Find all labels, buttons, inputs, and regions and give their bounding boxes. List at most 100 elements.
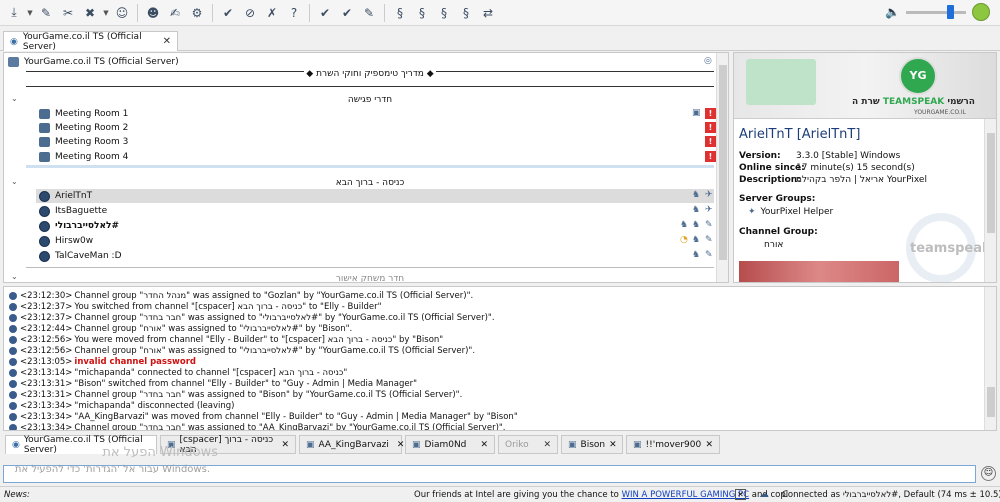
banner-site: YOURGAME.CO.IL — [914, 109, 966, 116]
ban-icon[interactable]: ⊘ — [240, 3, 260, 23]
log-time: <23:12:37> — [20, 301, 73, 312]
close-icon[interactable]: ✕ — [480, 440, 488, 450]
chevron-down-icon[interactable]: ⌄ — [11, 272, 18, 281]
mute-speaker-icon[interactable]: ✖ — [80, 3, 100, 23]
connect-icon[interactable]: ⤓ — [4, 3, 24, 23]
server-tab[interactable]: ◉ YourGame.co.il TS (Official Server) ✕ — [3, 31, 178, 52]
scrollbar-thumb[interactable] — [719, 65, 727, 260]
cloud-icon: ☁ — [759, 489, 769, 500]
channel-meeting-room-4[interactable]: Meeting Room 4 — [39, 150, 128, 164]
stamp-icon[interactable]: ✎ — [359, 3, 379, 23]
chat-tab-oriko[interactable]: Oriko ✕ — [498, 435, 558, 454]
chevron-down-icon[interactable]: ▼ — [26, 3, 34, 23]
close-icon[interactable]: ✕ — [705, 440, 713, 450]
user-row-self[interactable]: לאלסייברבולי# — [39, 219, 119, 233]
user-row-talcaveman[interactable]: TalCaveMan :D — [39, 249, 122, 263]
server-groups-label: Server Groups: — [739, 194, 816, 204]
user-name: ItsBaguette — [55, 206, 108, 216]
close-icon[interactable]: ✕ — [163, 36, 171, 47]
meeting-rooms-spacer[interactable]: חדרי פגישה — [26, 95, 714, 105]
log-text: Channel group "מנהל החדר" was assigned t… — [74, 290, 474, 301]
disconnect-icon[interactable]: ✎ — [36, 3, 56, 23]
log-text: invalid channel password — [74, 356, 197, 367]
permission-overview-icon[interactable]: § — [456, 3, 476, 23]
lobby-spacer[interactable]: כניסה - ברוך הבא — [26, 178, 714, 188]
log-text: "michapanda" disconnected (leaving) — [74, 400, 235, 411]
version-label: Version: — [739, 151, 781, 161]
chevron-down-icon[interactable]: ▼ — [102, 3, 110, 23]
close-icon[interactable]: ✕ — [735, 489, 746, 500]
chevron-down-icon[interactable]: ⌄ — [11, 94, 18, 103]
speaker-icon[interactable]: 🔈 — [885, 5, 900, 19]
server-row[interactable]: YourGame.co.il TS (Official Server) — [8, 55, 179, 69]
close-icon[interactable]: ✕ — [543, 440, 551, 450]
channel-meeting-room-1[interactable]: Meeting Room 1 — [39, 107, 128, 121]
channel-meeting-room-3[interactable]: Meeting Room 3 — [39, 135, 128, 149]
activation-watermark-title: הפעל את Windows — [102, 445, 218, 460]
group-icon: ♞ — [692, 235, 701, 245]
channel-tree-scrollbar[interactable] — [716, 53, 728, 282]
chat-log-scrollbar[interactable] — [984, 287, 996, 430]
switch-icon[interactable]: § — [412, 3, 432, 23]
permission-list-icon[interactable]: § — [434, 3, 454, 23]
lobby-spacer-label: כניסה - ברוך הבא — [335, 178, 405, 188]
chat-tab-aa-kingbarvazi[interactable]: ▣ AA_KingBarvazi ✕ — [299, 435, 405, 454]
log-line: <23:12:37> Channel group "חבר בחדר" was a… — [9, 312, 495, 323]
contacts-icon[interactable]: ☻ — [143, 3, 163, 23]
volume-control: 🔈 — [885, 3, 990, 21]
emoji-icon[interactable]: ☺ — [981, 466, 996, 481]
privilege-key-icon[interactable]: ? — [284, 3, 304, 23]
volume-slider-knob[interactable] — [947, 4, 955, 19]
server-icon[interactable]: ✔ — [315, 3, 335, 23]
password-icon: ! — [705, 136, 716, 147]
user-row-arieltnt[interactable]: ArielTnT — [39, 189, 92, 203]
server-banner[interactable]: YG שרת ה TEAMSPEAK הרשמי YOURGAME.CO.IL — [734, 53, 996, 119]
chat-icon: ▣ — [306, 439, 315, 450]
chat-tab-bison[interactable]: ▣ Bison ✕ — [561, 435, 623, 454]
info-icon — [9, 390, 17, 399]
chat-tab-diam0nd[interactable]: ▣ Diam0Nd ✕ — [405, 435, 495, 454]
info-icon — [9, 368, 17, 377]
log-line: <23:12:37> You switched from channel "[cs… — [9, 301, 382, 312]
scrollbar-thumb[interactable] — [987, 387, 995, 417]
kick-icon[interactable]: ✔ — [218, 3, 238, 23]
log-text: "AA_KingBarvazi" was moved from channel … — [74, 411, 518, 422]
notice-icon[interactable]: § — [390, 3, 410, 23]
close-icon[interactable]: ✕ — [609, 440, 617, 450]
server-tab-label: YourGame.co.il TS (Official Server) — [22, 31, 142, 52]
user-permissions-icon[interactable]: ✍ — [165, 3, 185, 23]
settings-icon[interactable]: ⚙ — [187, 3, 207, 23]
close-icon[interactable]: ✕ — [397, 440, 405, 450]
user-name: ArielTnT — [55, 191, 93, 201]
user-status-icon — [39, 235, 50, 247]
status-icon[interactable] — [972, 3, 990, 21]
rules-spacer[interactable]: ◆ מדריך טימספיק וחוקי השרת ◆ — [26, 69, 714, 79]
news-label: News: — [4, 490, 30, 500]
banner-image — [746, 59, 816, 105]
game-room-spacer[interactable]: חדר משחק אישור — [26, 274, 714, 282]
channel-meeting-room-2[interactable]: Meeting Room 2 — [39, 121, 128, 135]
channel-group-label: Channel Group: — [739, 227, 818, 237]
mute-mic-icon[interactable]: ✂ — [58, 3, 78, 23]
close-icon[interactable]: ✕ — [281, 440, 289, 450]
log-line: <23:13:05> invalid channel password — [9, 356, 196, 367]
chat-tab-mover900[interactable]: ▣ !!'mover900 ✕ — [626, 435, 720, 454]
permission-icon[interactable]: ✔ — [337, 3, 357, 23]
spacer-line — [26, 86, 714, 87]
server-group-name: YourPixel Helper — [760, 207, 834, 217]
away-icon[interactable]: ☺ — [112, 3, 132, 23]
volume-slider[interactable] — [906, 4, 966, 19]
info-icon — [9, 313, 17, 322]
user-name: TalCaveMan :D — [55, 251, 122, 261]
info-panel-scrollbar[interactable] — [984, 119, 996, 282]
helper-icon: ✦ — [748, 207, 756, 217]
toggle-icon[interactable]: ⇄ — [478, 3, 498, 23]
log-line: <23:13:34> "AA_KingBarvazi" was moved fro… — [9, 411, 518, 422]
chevron-down-icon[interactable]: ⌄ — [11, 177, 18, 186]
scrollbar-thumb[interactable] — [987, 133, 995, 233]
news-link[interactable]: WIN A POWERFUL GAMING PC — [622, 490, 749, 500]
channel-icon[interactable]: ✗ — [262, 3, 282, 23]
server-group-item: ✦ YourPixel Helper — [748, 207, 833, 217]
user-row-itsbaguette[interactable]: ItsBaguette — [39, 204, 107, 218]
user-row-hirsw0w[interactable]: Hirsw0w — [39, 234, 93, 248]
